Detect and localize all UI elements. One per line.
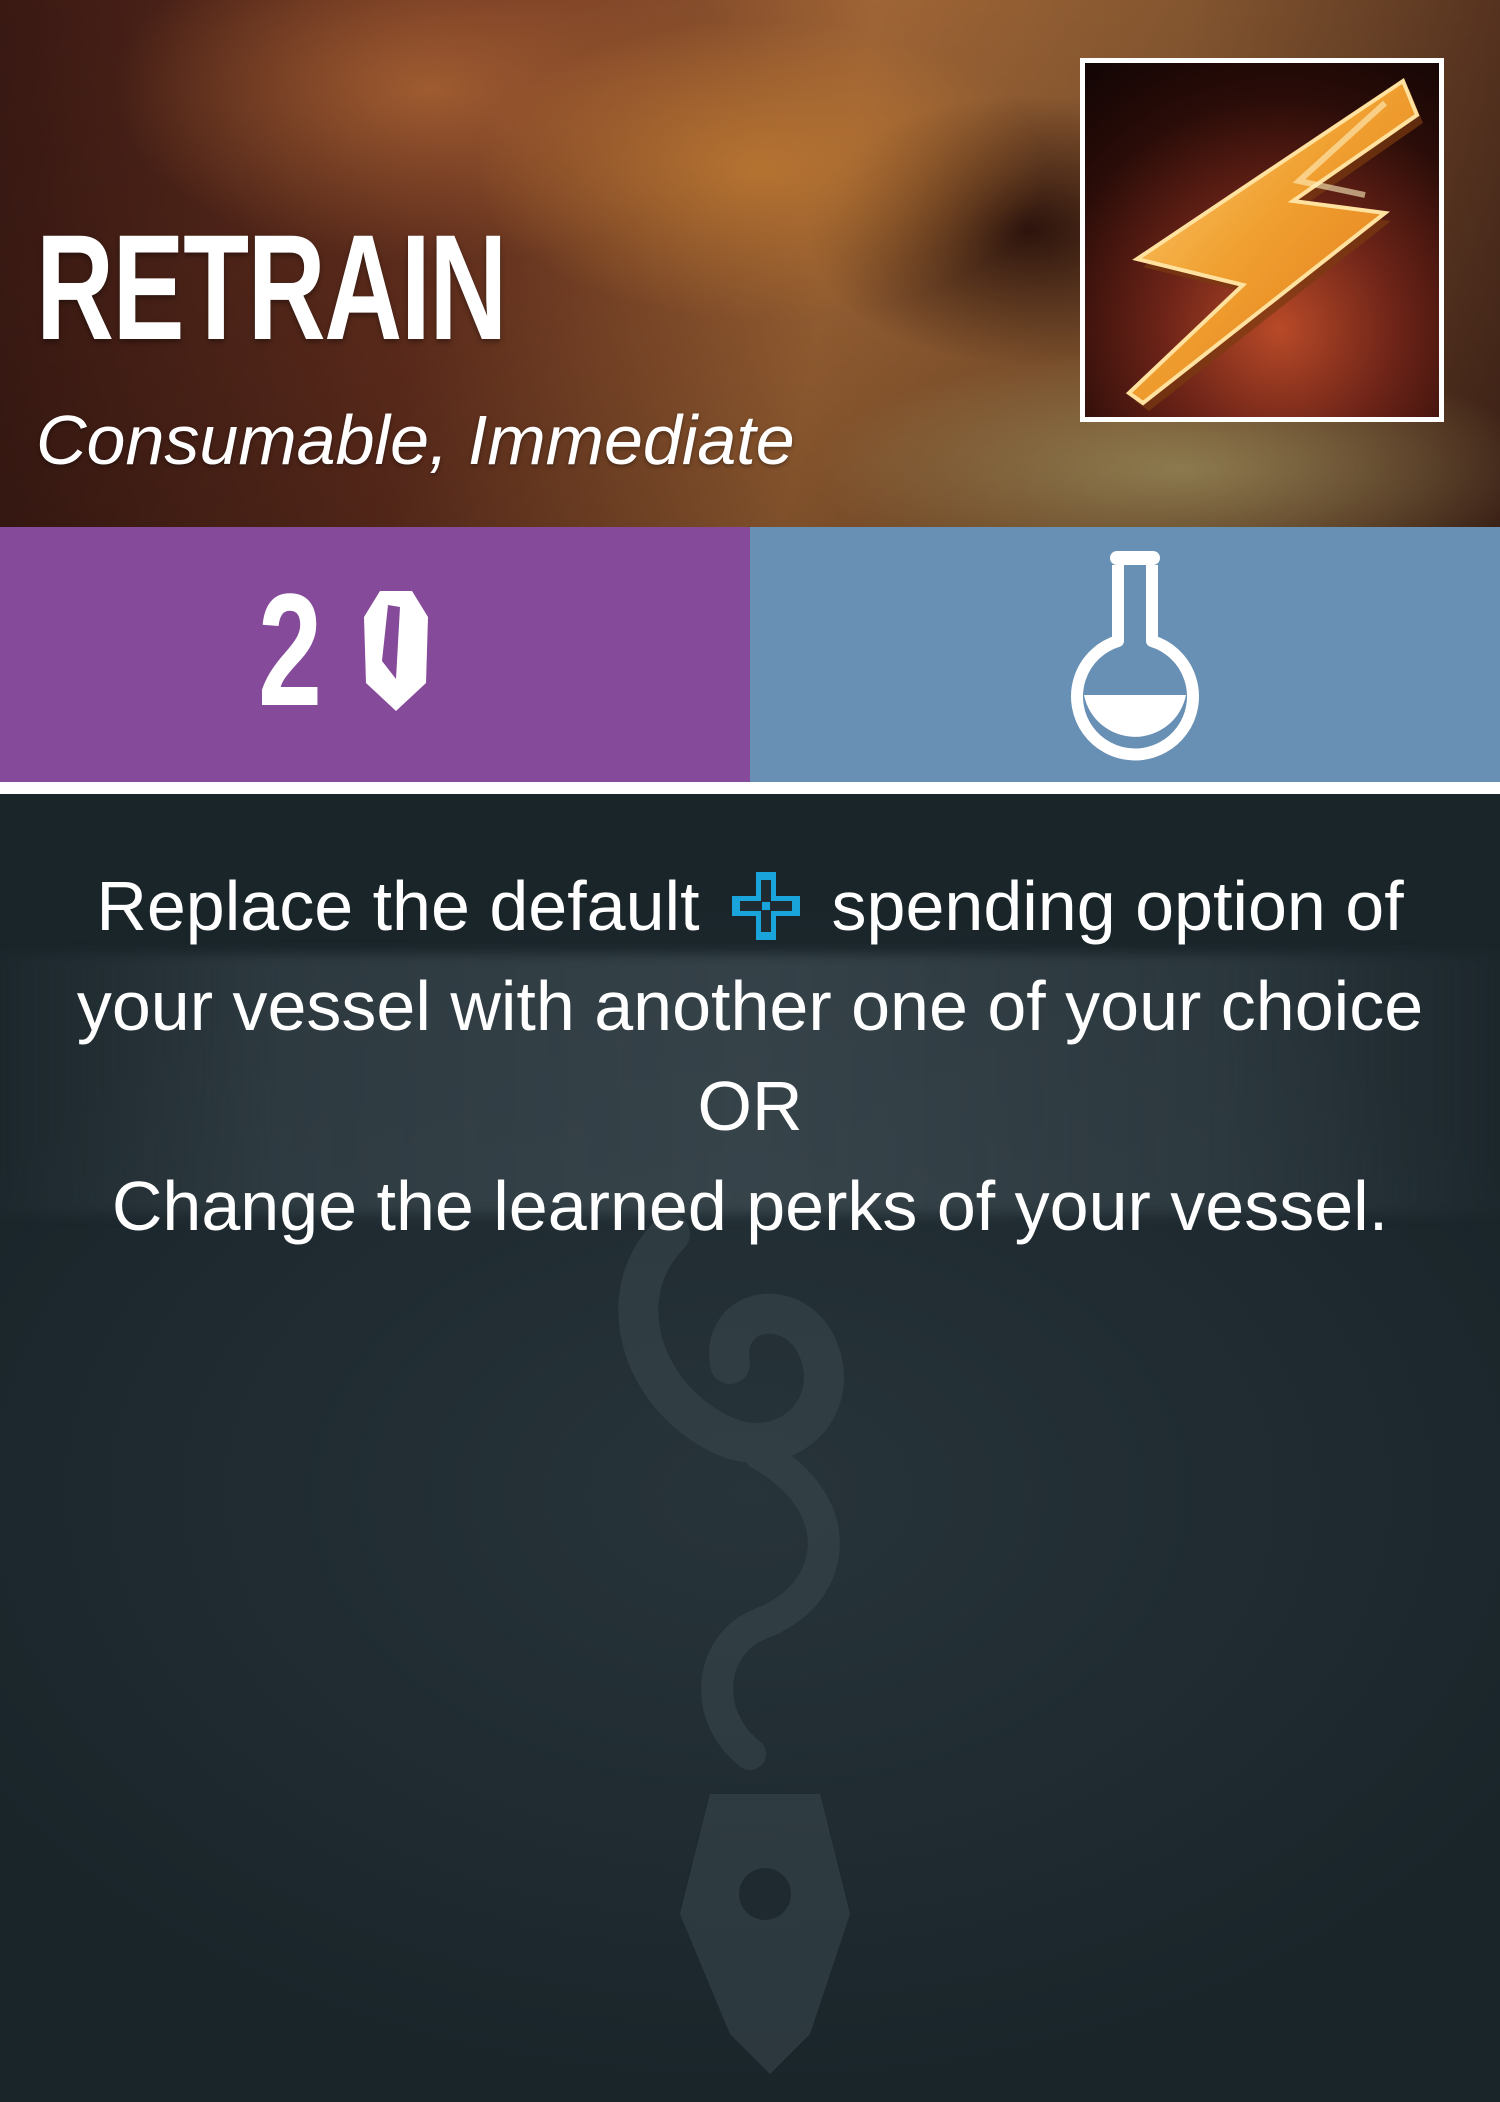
- description-line-1-after: spending option of: [831, 867, 1404, 945]
- crystal-icon: [364, 591, 428, 711]
- dpad-icon: [731, 872, 800, 940]
- header-divider: [0, 782, 1500, 797]
- description-line-2: your vessel with another one of your cho…: [76, 967, 1424, 1045]
- lightning-bolt-icon: [1125, 77, 1423, 411]
- flask-icon: [1071, 551, 1199, 761]
- description-line-3: OR: [697, 1067, 803, 1145]
- cost-value: 2: [258, 560, 323, 739]
- cost-display: 2: [258, 570, 448, 730]
- description-line-4: Change the learned perks of your vessel.: [111, 1167, 1389, 1245]
- card-subtitle: Consumable, Immediate: [36, 401, 795, 479]
- description-line-1: Replace the default spending option of: [20, 856, 1480, 956]
- item-portrait: [1080, 58, 1444, 422]
- card-title: RETRAIN: [36, 203, 507, 371]
- description-line-1-before: Replace the default: [96, 867, 700, 945]
- card-description: Replace the default spending option of y…: [20, 856, 1480, 1256]
- item-card: RETRAIN Consumable, Immediate 2 Replace …: [0, 0, 1500, 2102]
